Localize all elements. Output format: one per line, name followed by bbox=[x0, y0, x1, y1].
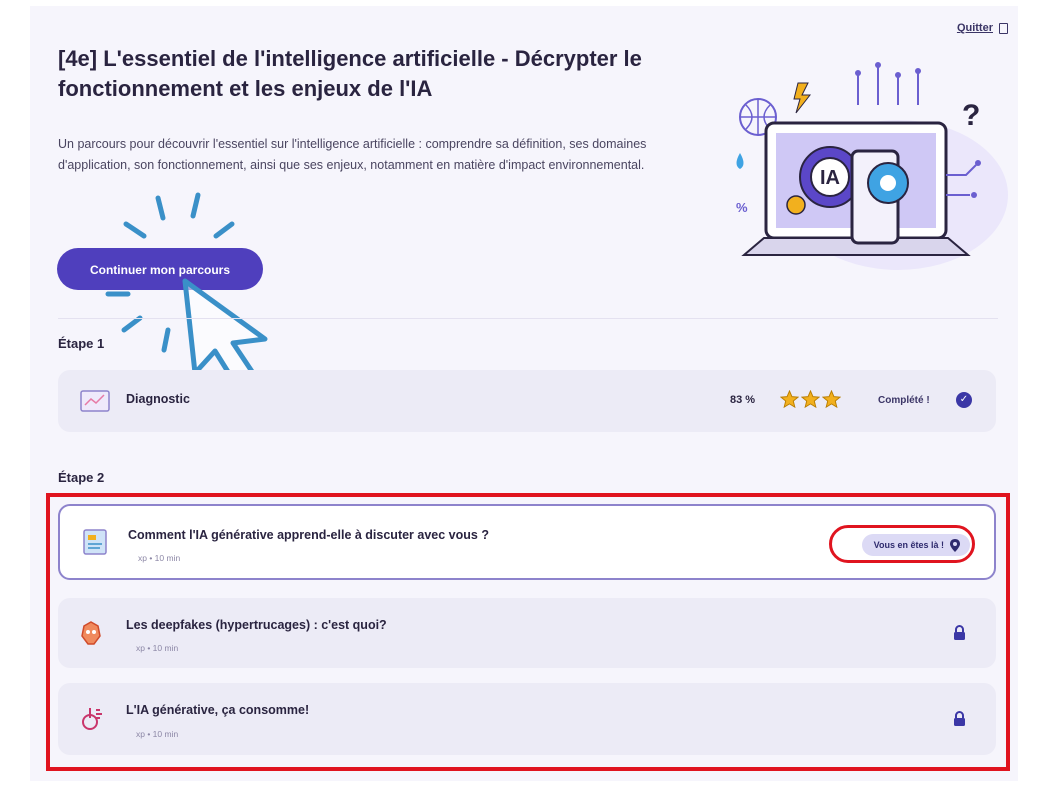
step-card-locked[interactable]: L'IA générative, ça consomme! xp • 10 mi… bbox=[58, 683, 996, 755]
score-value: 83 % bbox=[730, 394, 756, 406]
illus-ia-text: IA bbox=[820, 167, 840, 189]
step-title: Comment l'IA générative apprend-elle à d… bbox=[128, 528, 489, 542]
door-icon bbox=[999, 22, 1008, 34]
document-icon bbox=[83, 529, 107, 555]
step-card-locked[interactable]: Les deepfakes (hypertrucages) : c'est qu… bbox=[58, 598, 996, 668]
step-card-current[interactable]: Comment l'IA générative apprend-elle à d… bbox=[58, 504, 996, 580]
lock-icon bbox=[954, 625, 965, 640]
quit-link[interactable]: Quitter bbox=[957, 22, 1008, 34]
energy-icon bbox=[82, 708, 102, 730]
deepfake-icon bbox=[81, 621, 101, 645]
step-title: L'IA générative, ça consomme! bbox=[126, 703, 310, 717]
step-1-label: Étape 1 bbox=[58, 336, 105, 351]
star-icon bbox=[822, 390, 841, 409]
illus-question: ? bbox=[962, 99, 980, 132]
illus-percent: % bbox=[736, 200, 748, 215]
course-description: Un parcours pour découvrir l'essentiel s… bbox=[58, 137, 647, 172]
step-title: Diagnostic bbox=[126, 392, 190, 406]
step-card-diagnostic[interactable]: Diagnostic 83 % Complété ! ✓ bbox=[58, 370, 996, 432]
lock-icon bbox=[954, 711, 965, 726]
step-meta: xp • 10 min bbox=[136, 729, 179, 739]
star-icon bbox=[801, 390, 820, 409]
step-2-label: Étape 2 bbox=[58, 470, 105, 485]
page-title: [4e] L'essentiel de l'intelligence artif… bbox=[58, 46, 642, 101]
star-rating bbox=[780, 390, 841, 409]
location-pin-icon bbox=[950, 538, 960, 552]
step-meta: xp • 10 min bbox=[138, 553, 181, 563]
completed-status: Complété ! bbox=[878, 395, 930, 406]
you-are-here-badge: Vous en êtes là ! bbox=[861, 534, 970, 556]
step-title: Les deepfakes (hypertrucages) : c'est qu… bbox=[126, 618, 387, 632]
quit-label: Quitter bbox=[956, 22, 993, 34]
check-circle-icon: ✓ bbox=[956, 392, 972, 408]
you-are-here-label: Vous en êtes là ! bbox=[873, 540, 944, 550]
section-divider bbox=[58, 318, 998, 319]
chart-icon bbox=[80, 390, 110, 412]
ai-illustration: IA % ? bbox=[736, 62, 1008, 270]
step-meta: xp • 10 min bbox=[136, 643, 179, 653]
star-icon bbox=[780, 390, 799, 409]
